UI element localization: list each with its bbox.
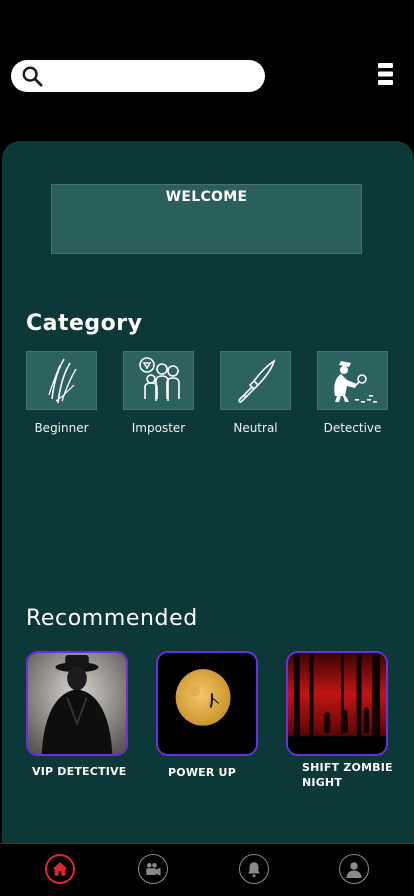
category-item-detective[interactable]: Detective [317,351,390,435]
bottom-nav [0,843,414,896]
category-tile[interactable] [26,351,97,410]
detective-icon [333,360,377,403]
detective-man-image [28,653,126,754]
category-label: Detective [323,421,382,435]
recommended-card-shift-zombie-night[interactable] [286,651,388,756]
search-bar[interactable] [11,60,265,92]
full-moon-image [158,653,256,754]
knife-icon [237,358,275,403]
home-icon [52,862,68,876]
category-tile[interactable] [123,351,194,410]
zombie-forest-image [288,653,386,754]
category-tile[interactable] [317,351,388,410]
recommended-label: VIP DETECTIVE [32,765,127,778]
recommended-label: SHIFT ZOMBIE NIGHT [302,761,393,789]
nav-videos-button[interactable] [138,854,168,884]
nav-profile-button[interactable] [339,854,369,884]
category-item-neutral[interactable]: Neutral [220,351,293,435]
category-label: Beginner [34,421,89,435]
claw-scratch-icon [47,358,77,403]
category-label: Imposter [131,421,186,435]
menu-icon[interactable] [376,62,395,86]
crowd-icon [138,356,180,401]
camera-icon [146,863,161,876]
recommended-card-vip-detective[interactable] [26,651,128,756]
category-tile[interactable] [220,351,291,410]
nav-notifications-button[interactable] [239,854,269,884]
recommended-title: Recommended [26,606,198,631]
category-title: Category [26,311,143,336]
recommended-label: POWER UP [168,766,236,779]
nav-home-button[interactable] [45,854,75,884]
category-label: Neutral [233,421,278,435]
category-item-beginner[interactable]: Beginner [26,351,99,435]
welcome-banner[interactable]: WELCOME [51,184,362,254]
bell-icon [248,862,260,878]
search-icon [22,66,43,87]
welcome-text: WELCOME [165,189,248,205]
recommended-card-power-up[interactable] [156,651,258,756]
category-item-imposter[interactable]: Imposter [123,351,196,435]
search-input[interactable] [51,64,260,90]
user-icon [346,862,362,878]
